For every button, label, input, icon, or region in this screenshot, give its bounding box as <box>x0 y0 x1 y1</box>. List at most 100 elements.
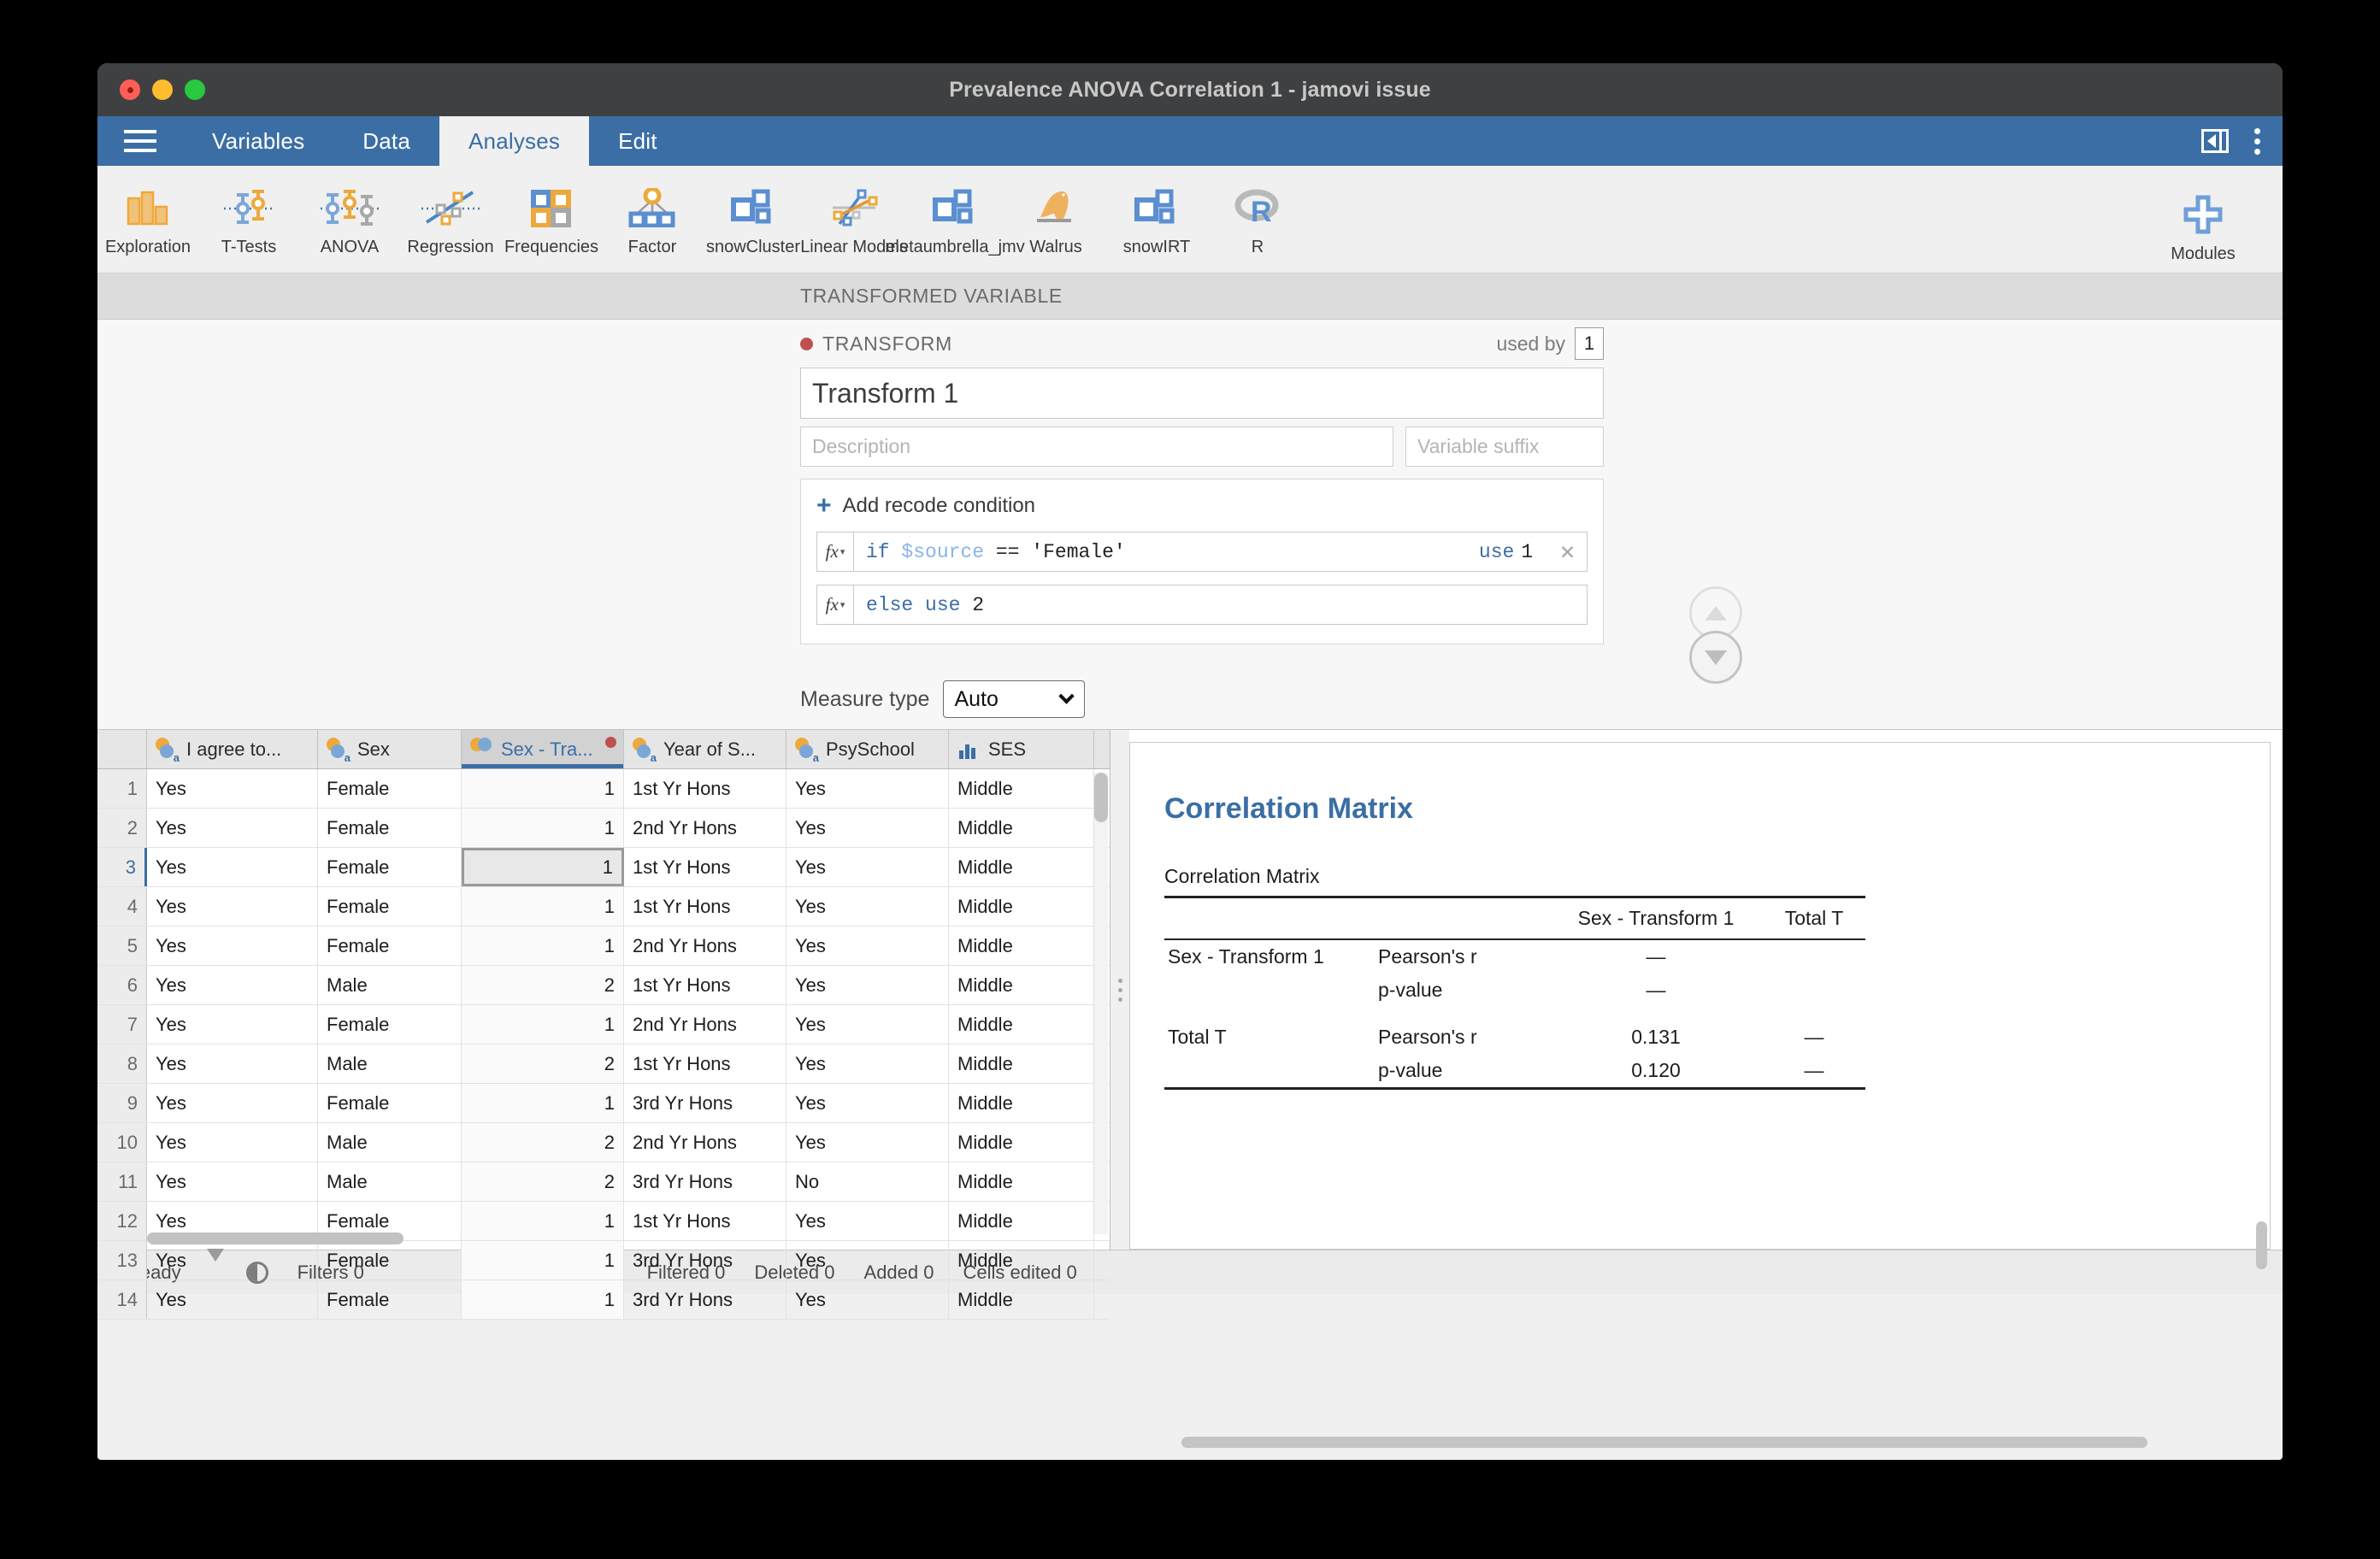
cell[interactable]: Middle <box>949 1044 1094 1083</box>
cell[interactable]: Female <box>318 1280 462 1319</box>
cell[interactable]: 3rd Yr Hons <box>624 1280 786 1319</box>
used-by-count[interactable]: 1 <box>1575 327 1604 360</box>
cell[interactable]: 1 <box>462 1280 624 1319</box>
results-title[interactable]: Correlation Matrix <box>1164 792 2270 826</box>
ribbon-button-regression[interactable]: Regression <box>400 173 501 257</box>
panel-splitter-handle[interactable] <box>1110 730 1129 1250</box>
ribbon-button-anova[interactable]: ANOVA <box>299 173 400 257</box>
row-number[interactable]: 10 <box>97 1123 147 1162</box>
row-number[interactable]: 7 <box>97 1005 147 1044</box>
cell[interactable]: Yes <box>786 1084 949 1122</box>
cell[interactable]: Yes <box>786 927 949 965</box>
cell[interactable]: Female <box>318 848 462 886</box>
cell[interactable]: 1st Yr Hons <box>624 966 786 1004</box>
row-number[interactable]: 12 <box>97 1202 147 1240</box>
cell[interactable]: Middle <box>949 966 1094 1004</box>
cell[interactable]: 3rd Yr Hons <box>624 1084 786 1122</box>
row-number[interactable]: 11 <box>97 1162 147 1201</box>
cell[interactable]: Middle <box>949 769 1094 808</box>
table-row[interactable]: 11 Yes Male 2 3rd Yr Hons No Middle <box>97 1162 1110 1202</box>
cell[interactable]: Yes <box>786 887 949 926</box>
cell[interactable]: Yes <box>786 1123 949 1162</box>
measure-type-select[interactable]: Auto <box>943 680 1086 718</box>
cell[interactable]: 1 <box>462 769 624 808</box>
cell[interactable]: Male <box>318 1123 462 1162</box>
ribbon-button-frequencies[interactable]: Frequencies <box>501 173 602 257</box>
column-header-agree[interactable]: a I agree to... <box>147 730 318 768</box>
cell[interactable]: 2 <box>462 1044 624 1083</box>
table-row[interactable]: 5 Yes Female 1 2nd Yr Hons Yes Middle <box>97 927 1110 966</box>
table-row[interactable]: 14 Yes Female 1 3rd Yr Hons Yes Middle <box>97 1280 1110 1320</box>
cell[interactable]: 1 <box>462 887 624 926</box>
column-header-sex[interactable]: a Sex <box>318 730 462 768</box>
cell[interactable]: Yes <box>786 1241 949 1280</box>
cell[interactable]: 1 <box>462 1241 624 1280</box>
cell[interactable]: Yes <box>786 769 949 808</box>
table-row[interactable]: 9 Yes Female 1 3rd Yr Hons Yes Middle <box>97 1084 1110 1123</box>
cell[interactable]: 1 <box>462 927 624 965</box>
cell[interactable]: 1 <box>462 1084 624 1122</box>
cell[interactable]: Yes <box>147 927 318 965</box>
cell[interactable]: Middle <box>949 887 1094 926</box>
cell[interactable]: Middle <box>949 1005 1094 1044</box>
column-header-ses[interactable]: SES <box>949 730 1094 768</box>
panel-collapse-icon[interactable] <box>2201 129 2229 153</box>
table-row[interactable]: 7 Yes Female 1 2nd Yr Hons Yes Middle <box>97 1005 1110 1044</box>
select-all-corner[interactable] <box>97 730 147 768</box>
cell[interactable]: Middle <box>949 1162 1094 1201</box>
table-row[interactable]: 2 Yes Female 1 2nd Yr Hons Yes Middle <box>97 809 1110 848</box>
row-number[interactable]: 3 <box>97 848 147 886</box>
cell[interactable]: 3rd Yr Hons <box>624 1162 786 1201</box>
hamburger-menu-icon[interactable] <box>97 116 183 166</box>
cell[interactable]: Yes <box>147 769 318 808</box>
cell[interactable]: Middle <box>949 848 1094 886</box>
cell[interactable]: Yes <box>786 1280 949 1319</box>
cell[interactable]: 1 <box>462 848 624 886</box>
cell[interactable]: 1 <box>462 1005 624 1044</box>
condition-formula-input[interactable]: if $source == 'Female' use 1 ✕ <box>854 532 1588 572</box>
results-horizontal-scrollbar[interactable] <box>1181 1437 2147 1448</box>
funnel-icon[interactable] <box>206 1248 224 1284</box>
cell[interactable]: Male <box>318 1162 462 1201</box>
cell[interactable]: Yes <box>147 887 318 926</box>
row-number[interactable]: 5 <box>97 927 147 965</box>
cell[interactable]: Yes <box>786 1005 949 1044</box>
cell[interactable]: 1st Yr Hons <box>624 769 786 808</box>
cell[interactable]: No <box>786 1162 949 1201</box>
cell[interactable]: Yes <box>147 1280 318 1319</box>
cell[interactable]: Female <box>318 927 462 965</box>
ribbon-button-snowcluster[interactable]: snowCluster <box>703 173 804 257</box>
cell[interactable]: Middle <box>949 927 1094 965</box>
eye-icon[interactable] <box>245 1261 268 1284</box>
function-picker-button[interactable]: fx ▾ <box>816 532 854 572</box>
cell[interactable]: Middle <box>949 809 1094 847</box>
ribbon-button-walrus[interactable]: Walrus <box>1005 173 1106 257</box>
cell[interactable]: Male <box>318 966 462 1004</box>
cell[interactable]: 2nd Yr Hons <box>624 1123 786 1162</box>
ribbon-button-t-tests[interactable]: T-Tests <box>198 173 299 257</box>
transform-name-input[interactable]: Transform 1 <box>800 368 1604 419</box>
ribbon-button-exploration[interactable]: Exploration <box>97 173 198 257</box>
results-vertical-scrollbar[interactable] <box>2256 1221 2267 1269</box>
cell[interactable]: Yes <box>147 1123 318 1162</box>
cell[interactable]: Yes <box>786 966 949 1004</box>
cell[interactable]: Yes <box>786 848 949 886</box>
ribbon-button-modules[interactable]: Modules <box>2147 179 2259 264</box>
cell[interactable]: 1st Yr Hons <box>624 1044 786 1083</box>
cell[interactable]: Middle <box>949 1123 1094 1162</box>
cell[interactable]: 2nd Yr Hons <box>624 809 786 847</box>
row-number[interactable]: 6 <box>97 966 147 1004</box>
cell[interactable]: 1st Yr Hons <box>624 848 786 886</box>
column-header-year-of-study[interactable]: a Year of S... <box>624 730 786 768</box>
spreadsheet-horizontal-scrollbar[interactable] <box>147 1232 1079 1244</box>
table-row[interactable]: 6 Yes Male 2 1st Yr Hons Yes Middle <box>97 966 1110 1005</box>
table-row[interactable]: 10 Yes Male 2 2nd Yr Hons Yes Middle <box>97 1123 1110 1162</box>
cell[interactable]: Yes <box>786 1044 949 1083</box>
cell[interactable]: 2 <box>462 1162 624 1201</box>
cell[interactable]: 2 <box>462 1123 624 1162</box>
cell[interactable]: Yes <box>147 1044 318 1083</box>
cell[interactable]: Yes <box>147 966 318 1004</box>
table-row[interactable]: 3 Yes Female 1 1st Yr Hons Yes Middle <box>97 848 1110 887</box>
cell[interactable]: Yes <box>147 809 318 847</box>
cell[interactable]: 1 <box>462 809 624 847</box>
